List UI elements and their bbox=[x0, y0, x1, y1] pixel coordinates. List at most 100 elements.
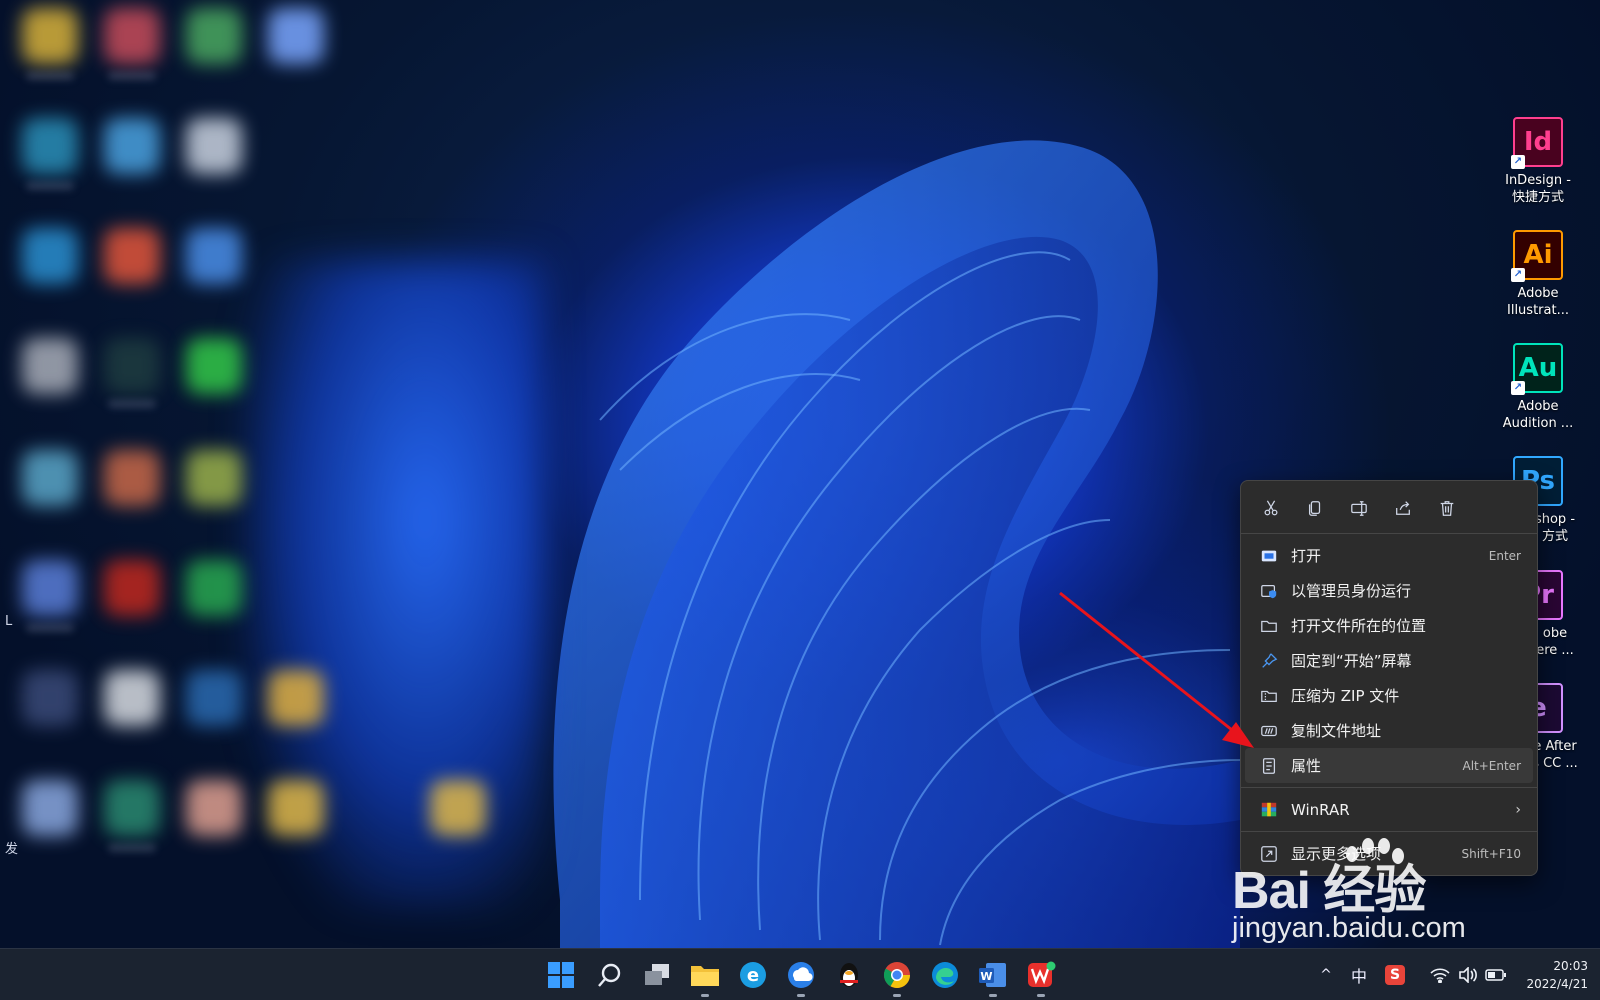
audition-icon: Au ↗ bbox=[1511, 343, 1563, 395]
ime-indicator[interactable]: 中 bbox=[1346, 961, 1372, 989]
rename-button[interactable] bbox=[1341, 491, 1377, 525]
menu-label: 压缩为 ZIP 文件 bbox=[1291, 687, 1400, 705]
start-button[interactable] bbox=[542, 956, 580, 994]
battery-icon[interactable] bbox=[1484, 961, 1508, 989]
chrome-icon bbox=[883, 962, 911, 989]
wifi-glyph-icon bbox=[1430, 968, 1450, 983]
taskbar-word[interactable]: W bbox=[974, 956, 1012, 997]
blurred-icon bbox=[22, 450, 78, 506]
watermark-url: jingyan.baidu.com bbox=[1232, 912, 1466, 944]
blurred-icon bbox=[104, 118, 160, 174]
volume-icon[interactable] bbox=[1456, 961, 1480, 989]
taskbar-ie[interactable]: e bbox=[734, 956, 772, 994]
taskbar: e W ^ 中 S 20:03 2022/4/21 bbox=[0, 948, 1600, 1000]
menu-separator bbox=[1241, 533, 1537, 534]
menu-item-copy-path[interactable]: 复制文件地址 bbox=[1245, 713, 1533, 748]
tray-overflow-chevron[interactable]: ^ bbox=[1316, 961, 1336, 989]
edge-icon bbox=[932, 962, 958, 988]
open-window-icon bbox=[1261, 550, 1277, 561]
menu-item-open-file-location[interactable]: 打开文件所在的位置 bbox=[1245, 608, 1533, 643]
clock-time: 20:03 bbox=[1553, 959, 1588, 973]
shortcut-label: Adobe Audition ... bbox=[1502, 399, 1574, 431]
blurred-icon bbox=[22, 338, 78, 394]
blurred-label bbox=[26, 624, 74, 632]
menu-item-run-as-admin[interactable]: 以管理员身份运行 bbox=[1245, 573, 1533, 608]
taskbar-clock[interactable]: 20:03 2022/4/21 bbox=[1508, 957, 1588, 993]
indesign-icon: Id ↗ bbox=[1511, 117, 1563, 169]
copy-button[interactable] bbox=[1297, 491, 1333, 525]
edge-label-fragment: 发 bbox=[5, 842, 19, 857]
blurred-icon bbox=[22, 118, 78, 174]
blurred-label bbox=[108, 72, 156, 80]
menu-item-winrar[interactable]: WinRAR › bbox=[1245, 792, 1533, 827]
blurred-icon bbox=[22, 228, 78, 284]
svg-text:W: W bbox=[980, 970, 992, 983]
menu-shortcut: Enter bbox=[1488, 548, 1521, 563]
blurred-label bbox=[108, 400, 156, 408]
wifi-icon[interactable] bbox=[1428, 961, 1452, 989]
cut-button[interactable] bbox=[1253, 491, 1289, 525]
shortcut-label: InDesign - 快捷方式 bbox=[1505, 173, 1571, 205]
blurred-label bbox=[26, 72, 74, 80]
menu-shortcut: Alt+Enter bbox=[1462, 758, 1521, 773]
menu-label: 以管理员身份运行 bbox=[1291, 582, 1412, 600]
menu-item-compress-zip[interactable]: 压缩为 ZIP 文件 bbox=[1245, 678, 1533, 713]
cloud-browser-icon bbox=[788, 962, 814, 988]
copy-icon bbox=[1308, 501, 1321, 516]
menu-separator bbox=[1241, 831, 1537, 832]
edge-label-fragment: L bbox=[5, 614, 13, 629]
winrar-icon bbox=[1261, 802, 1277, 816]
taskbar-wps[interactable] bbox=[1022, 956, 1060, 997]
blurred-icon bbox=[186, 118, 242, 174]
share-icon bbox=[1396, 501, 1410, 515]
admin-shield-icon bbox=[1261, 584, 1277, 598]
blurred-icon bbox=[104, 780, 160, 836]
blurred-icon bbox=[22, 560, 78, 616]
qq-penguin-icon bbox=[840, 963, 858, 987]
blurred-icon bbox=[22, 670, 78, 726]
blurred-icon bbox=[186, 228, 242, 284]
sogou-input-icon[interactable]: S bbox=[1382, 961, 1408, 989]
blurred-icon bbox=[268, 8, 324, 64]
blurred-label bbox=[108, 844, 156, 852]
menu-item-pin-to-start[interactable]: 固定到“开始”屏幕 bbox=[1245, 643, 1533, 678]
blurred-label bbox=[26, 182, 74, 190]
blurred-icon bbox=[186, 450, 242, 506]
task-view-button[interactable] bbox=[638, 956, 676, 994]
search-button[interactable] bbox=[590, 956, 628, 994]
delete-button[interactable] bbox=[1429, 491, 1465, 525]
blurred-icon bbox=[268, 670, 324, 726]
blurred-icon bbox=[104, 228, 160, 284]
ie-icon: e bbox=[740, 962, 766, 988]
menu-item-properties[interactable]: 属性 Alt+Enter bbox=[1245, 748, 1533, 783]
share-button[interactable] bbox=[1385, 491, 1421, 525]
taskbar-qq[interactable] bbox=[830, 956, 868, 994]
context-menu: 打开 Enter 以管理员身份运行 打开文件所在的位置 固定到“开始”屏幕 压缩… bbox=[1240, 480, 1538, 876]
shortcut-indesign[interactable]: Id ↗ InDesign - 快捷方式 bbox=[1493, 117, 1583, 206]
blurred-icon bbox=[104, 670, 160, 726]
word-icon: W bbox=[979, 963, 1006, 987]
context-menu-toolbar bbox=[1245, 487, 1533, 529]
blurred-icon bbox=[22, 8, 78, 64]
menu-separator bbox=[1241, 787, 1537, 788]
copy-path-icon bbox=[1261, 725, 1277, 736]
shortcut-audition[interactable]: Au ↗ Adobe Audition ... bbox=[1493, 343, 1583, 432]
menu-item-open[interactable]: 打开 Enter bbox=[1245, 538, 1533, 573]
speaker-icon bbox=[1459, 967, 1477, 983]
rename-icon bbox=[1351, 501, 1367, 516]
taskbar-chrome[interactable] bbox=[878, 956, 916, 997]
blurred-desktop-icons bbox=[10, 0, 545, 915]
shortcut-label: Adobe Illustrat... bbox=[1507, 286, 1569, 318]
blurred-icon bbox=[104, 560, 160, 616]
menu-label: 打开文件所在的位置 bbox=[1291, 617, 1427, 635]
taskbar-file-explorer[interactable] bbox=[686, 956, 724, 997]
blurred-icon bbox=[186, 670, 242, 726]
pin-icon bbox=[1262, 652, 1278, 668]
blurred-icon bbox=[186, 8, 242, 64]
illustrator-icon: Ai ↗ bbox=[1511, 230, 1563, 282]
running-indicator bbox=[1037, 994, 1045, 997]
taskbar-edge[interactable] bbox=[926, 956, 964, 994]
chevron-right-icon: › bbox=[1515, 801, 1521, 818]
shortcut-illustrator[interactable]: Ai ↗ Adobe Illustrat... bbox=[1493, 230, 1583, 319]
taskbar-browser-app[interactable] bbox=[782, 956, 820, 997]
